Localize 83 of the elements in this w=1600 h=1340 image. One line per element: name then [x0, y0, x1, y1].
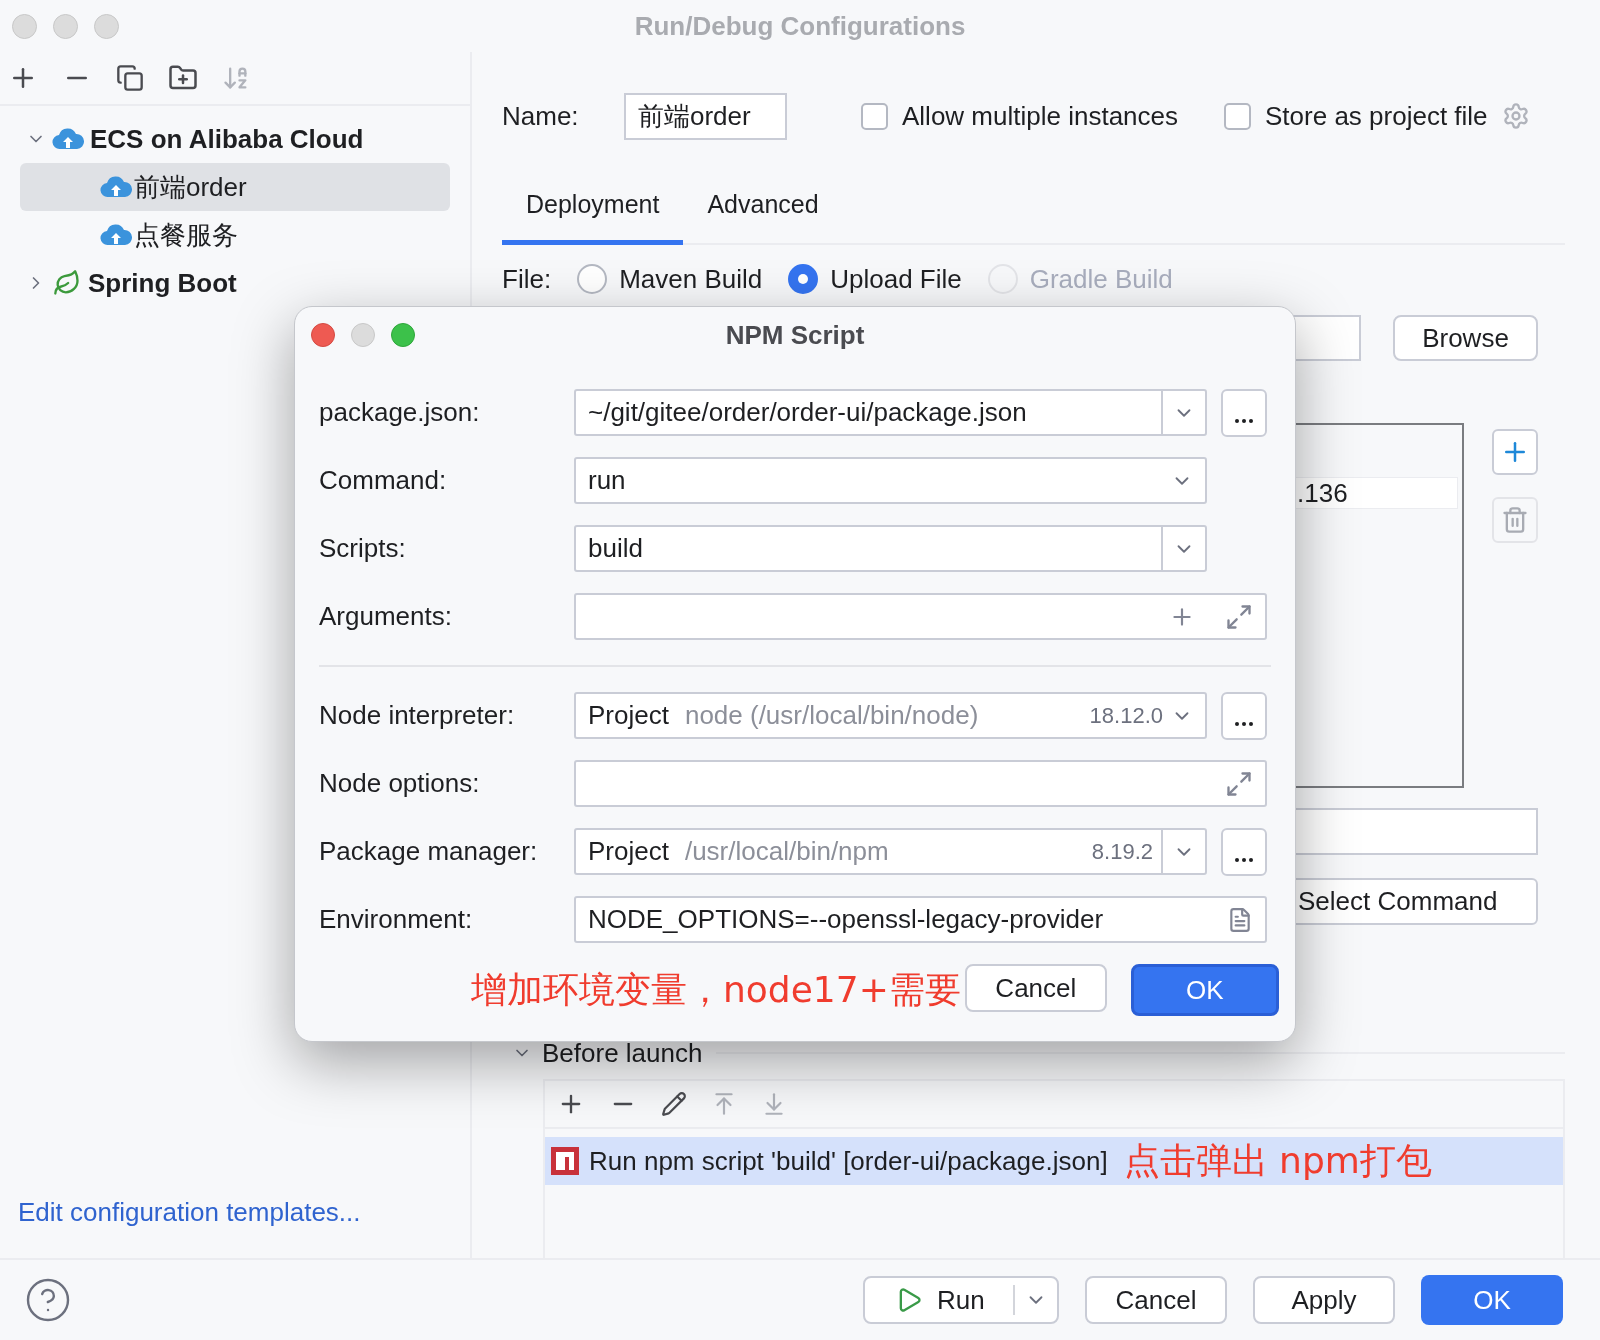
field-value: run	[588, 464, 626, 497]
ok-button[interactable]: OK	[1421, 1275, 1563, 1325]
field-value: NODE_OPTIONS=--openssl-legacy-provider	[588, 903, 1104, 936]
cloud-upload-icon	[100, 223, 132, 247]
dialog-button[interactable]: Cancel	[964, 964, 1107, 1012]
file-label: File:	[502, 262, 552, 296]
radio-label: Upload File	[830, 262, 962, 296]
field-value: Project	[588, 835, 669, 868]
dropdown-field[interactable]: run	[574, 457, 1207, 504]
input-field[interactable]	[574, 760, 1267, 807]
field-value: build	[588, 532, 643, 565]
field-label: Arguments:	[319, 600, 453, 633]
field-label: Node interpreter:	[319, 699, 516, 732]
section-title: Before launch	[542, 1036, 703, 1070]
field-detail: node (/usr/local/bin/node)	[684, 699, 979, 732]
field-label: Node options:	[319, 767, 481, 800]
field-label: Environment:	[319, 903, 474, 936]
expand-icon[interactable]	[1225, 602, 1253, 631]
footer-button[interactable]: Apply	[1253, 1276, 1395, 1324]
radio-button[interactable]	[577, 264, 608, 294]
browse-button[interactable]	[1221, 691, 1267, 740]
dropdown-field[interactable]: Project node (/usr/local/bin/node) 18.12.0	[574, 692, 1207, 739]
field-label: Scripts:	[319, 532, 407, 565]
tree-label: 前端order	[134, 170, 247, 204]
browse-button[interactable]	[1221, 827, 1267, 876]
delete-button[interactable]	[1492, 497, 1538, 543]
list-icon[interactable]	[1227, 906, 1253, 933]
tab[interactable]: Advanced	[683, 170, 843, 245]
expand-icon[interactable]	[1225, 769, 1253, 798]
tree-label: Spring Boot	[88, 266, 237, 300]
tree-item[interactable]: ECS on Alibaba Cloud	[20, 115, 450, 163]
npm-icon	[551, 1147, 579, 1175]
dropdown-field[interactable]: build	[574, 525, 1207, 572]
annotation-text: 增加环境变量，node17+需要	[471, 968, 961, 1012]
task-label: Run npm script 'build' [order-ui/package.json]	[589, 1144, 1108, 1178]
tree-item[interactable]: 前端order	[20, 163, 450, 211]
version-label: 8.19.2	[1091, 838, 1153, 866]
tree-label: ECS on Alibaba Cloud	[90, 122, 364, 156]
checkbox[interactable]	[1224, 102, 1251, 130]
name-field[interactable]: 前端order	[624, 92, 787, 140]
annotation-text: 点击弹出 npm打包	[1123, 1139, 1432, 1183]
field-detail: /usr/local/bin/npm	[684, 835, 889, 868]
run-button[interactable]: Run	[863, 1276, 1059, 1324]
checkbox-label: Allow multiple instances	[902, 99, 1178, 133]
pencil-icon[interactable]	[661, 1091, 687, 1117]
field-value: Project	[588, 699, 669, 732]
field-value: ~/git/gitee/order/order-ui/package.json	[588, 396, 1027, 429]
cloud-upload-icon	[52, 127, 84, 151]
field-label: Package manager:	[319, 835, 539, 868]
tree-item[interactable]: Spring Boot	[20, 259, 450, 307]
checkbox-label: Store as project file	[1265, 99, 1488, 133]
radio-label: Gradle Build	[1029, 262, 1173, 296]
task-row[interactable]: Run npm script 'build' [order-ui/package.json] 点击弹出 npm打包	[545, 1137, 1563, 1185]
cloud-upload-icon	[100, 175, 132, 199]
tree-label: 点餐服务	[134, 218, 238, 252]
field-label: Command:	[319, 464, 448, 497]
close-icon[interactable]	[311, 323, 335, 347]
dropdown-field[interactable]: Project /usr/local/bin/npm 8.19.2	[574, 828, 1207, 875]
input-field[interactable]: NODE_OPTIONS=--openssl-legacy-provider	[574, 896, 1267, 943]
checkbox[interactable]	[861, 102, 888, 130]
version-label: 18.12.0	[1089, 702, 1163, 730]
add-button[interactable]	[1492, 429, 1538, 475]
settings-icon[interactable]	[1501, 102, 1530, 130]
help-icon[interactable]	[24, 1276, 72, 1324]
window-title: Run/Debug Configurations	[634, 9, 966, 43]
name-label: Name:	[502, 99, 580, 133]
footer-button[interactable]: Cancel	[1085, 1276, 1227, 1324]
ok-button[interactable]: OK	[1130, 964, 1279, 1016]
zoom-icon[interactable]	[391, 323, 415, 347]
browse-button[interactable]	[1221, 388, 1267, 437]
field-label: package.json:	[319, 396, 481, 429]
input-field[interactable]	[574, 593, 1267, 640]
edit-templates-link[interactable]: Edit configuration templates...	[18, 1193, 470, 1232]
leaf-icon	[52, 269, 82, 297]
dialog-title: NPM Script	[725, 318, 865, 352]
radio-label: Maven Build	[619, 262, 763, 296]
tab[interactable]: Deployment	[502, 170, 684, 245]
copy-icon[interactable]	[116, 64, 144, 92]
trash-icon	[1501, 506, 1529, 534]
browse-button[interactable]: Browse	[1393, 315, 1538, 361]
radio-button[interactable]	[788, 264, 819, 294]
dropdown-field[interactable]: ~/git/gitee/order/order-ui/package.json	[574, 389, 1207, 436]
tree-item[interactable]: 点餐服务	[20, 211, 450, 259]
